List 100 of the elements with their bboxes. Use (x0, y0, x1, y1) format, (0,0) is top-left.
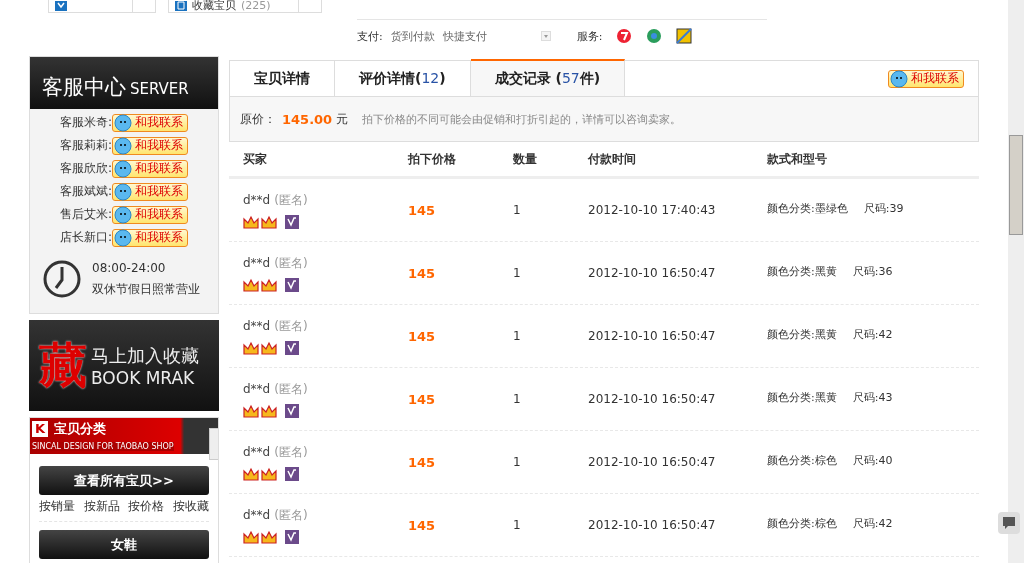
item-color: 颜色分类:棕色 (767, 452, 837, 468)
scrollbar-thumb[interactable] (1009, 135, 1023, 235)
feedback-button[interactable] (998, 512, 1020, 534)
agent-name: 客服莉莉: (59, 137, 112, 154)
chat-bubble-icon (114, 136, 132, 155)
column-header: 拍下价格 (408, 150, 457, 168)
badge-icon (285, 214, 299, 229)
crown-icon (261, 340, 277, 355)
shirt-icon (175, 1, 187, 11)
dropdown-button[interactable] (298, 0, 322, 13)
item-size: 尺码:36 (852, 263, 893, 279)
item-size: 尺码:40 (852, 452, 893, 468)
category-title: 宝贝分类 (54, 420, 107, 438)
contact-button[interactable]: 和我联系 (112, 205, 188, 224)
payment-label: 支付: (357, 28, 383, 44)
refresh-icon (646, 28, 663, 44)
crown-icon (261, 214, 277, 229)
anonymous-label: (匿名) (274, 318, 308, 333)
anonymous-label: (匿名) (274, 192, 308, 207)
sort-link[interactable]: 按价格 (128, 498, 165, 515)
contact-button[interactable]: 和我联系 (112, 182, 188, 201)
payment-option[interactable]: 快捷支付 (442, 28, 487, 44)
agent-name: 店长新口: (59, 229, 112, 246)
anonymous-label: (匿名) (274, 444, 308, 459)
crown-icon (261, 466, 277, 481)
badge-icon (285, 403, 299, 418)
contact-button[interactable]: 和我联系 (112, 159, 188, 178)
all-items-button[interactable]: 查看所有宝贝>> (39, 466, 209, 495)
item-color: 颜色分类:黑黄 (767, 263, 837, 279)
sort-link[interactable]: 按新品 (83, 498, 120, 515)
item-color: 颜色分类:黑黄 (767, 326, 837, 342)
collapse-handle[interactable] (209, 428, 218, 460)
contact-button[interactable]: 和我联系 (888, 69, 964, 88)
payment-time: 2012-10-10 16:50:47 (588, 329, 717, 343)
original-price: 145.00 (282, 111, 333, 127)
seven-day-icon (616, 28, 633, 44)
agent-name: 客服欣欣: (59, 160, 112, 177)
speech-bubble-icon (1002, 516, 1016, 530)
tab[interactable]: 成交记录 (57件) (470, 59, 626, 96)
bookmark-glyph: 藏 (39, 335, 87, 395)
badge-icon (285, 466, 299, 481)
quantity: 1 (513, 266, 522, 280)
chat-bubble-icon (114, 113, 132, 132)
buyer-name: d**d (243, 318, 271, 333)
quantity: 1 (513, 392, 522, 406)
deal-price: 145 (408, 391, 437, 407)
chat-bubble-icon (114, 228, 132, 247)
item-color: 颜色分类:黑黄 (767, 389, 837, 405)
sort-link[interactable]: 按销量 (39, 498, 75, 515)
buyer-name: d**d (243, 381, 271, 396)
buyer-name: d**d (243, 255, 271, 270)
bookmark-subtitle: BOOK MRAK (91, 367, 196, 388)
column-header: 买家 (242, 150, 268, 168)
crown-icon (243, 340, 259, 355)
quantity: 1 (513, 203, 522, 217)
deal-price: 145 (408, 265, 437, 281)
chat-bubble-icon (114, 182, 132, 201)
payment-time: 2012-10-10 16:50:47 (588, 455, 717, 469)
buyer-name: d**d (243, 192, 271, 207)
column-header: 数量 (513, 150, 538, 168)
category-button[interactable]: 女鞋 (39, 530, 209, 559)
certificate-icon (676, 28, 693, 44)
price-unit: 元 (336, 110, 349, 128)
chat-bubble-icon (114, 205, 132, 224)
deal-price: 145 (408, 202, 437, 218)
anonymous-label: (匿名) (274, 255, 308, 270)
payment-option[interactable]: 货到付款 (390, 28, 435, 44)
category-subtitle: SINCAL DESIGN FOR TAOBAO SHOP (30, 442, 174, 451)
item-size: 尺码:39 (863, 200, 904, 216)
payment-time: 2012-10-10 16:50:47 (588, 518, 717, 532)
service-label: 服务: (576, 28, 603, 44)
dropdown-button[interactable] (132, 0, 156, 13)
crown-icon (243, 403, 259, 418)
favorite-button[interactable] (48, 0, 132, 13)
sort-link[interactable]: 按收藏 (172, 498, 209, 515)
item-size: 尺码:42 (852, 515, 893, 531)
panel-title: 客服中心 (42, 75, 126, 99)
bookmark-title: 马上加入收藏 (91, 343, 199, 368)
anonymous-label: (匿名) (274, 507, 308, 522)
crown-icon (243, 277, 259, 292)
check-icon (55, 1, 67, 11)
hours-note: 双休节假日照常营业 (92, 280, 200, 298)
crown-icon (261, 277, 277, 292)
badge-icon (285, 340, 299, 355)
buyer-name: d**d (243, 444, 271, 459)
buyer-name: d**d (243, 507, 271, 522)
contact-button[interactable]: 和我联系 (112, 113, 188, 132)
item-size: 尺码:42 (852, 326, 893, 342)
chat-bubble-icon (890, 69, 908, 88)
contact-button[interactable]: 和我联系 (112, 228, 188, 247)
crown-icon (261, 403, 277, 418)
quantity: 1 (513, 329, 522, 343)
favorite-button[interactable]: 收藏宝贝 (225) (168, 0, 298, 13)
contact-button[interactable]: 和我联系 (112, 136, 188, 155)
column-header: 付款时间 (588, 150, 637, 168)
column-header: 款式和型号 (767, 150, 828, 168)
anonymous-label: (匿名) (274, 381, 308, 396)
clock-icon (42, 259, 82, 299)
crown-icon (243, 529, 259, 544)
deal-price: 145 (408, 517, 437, 533)
